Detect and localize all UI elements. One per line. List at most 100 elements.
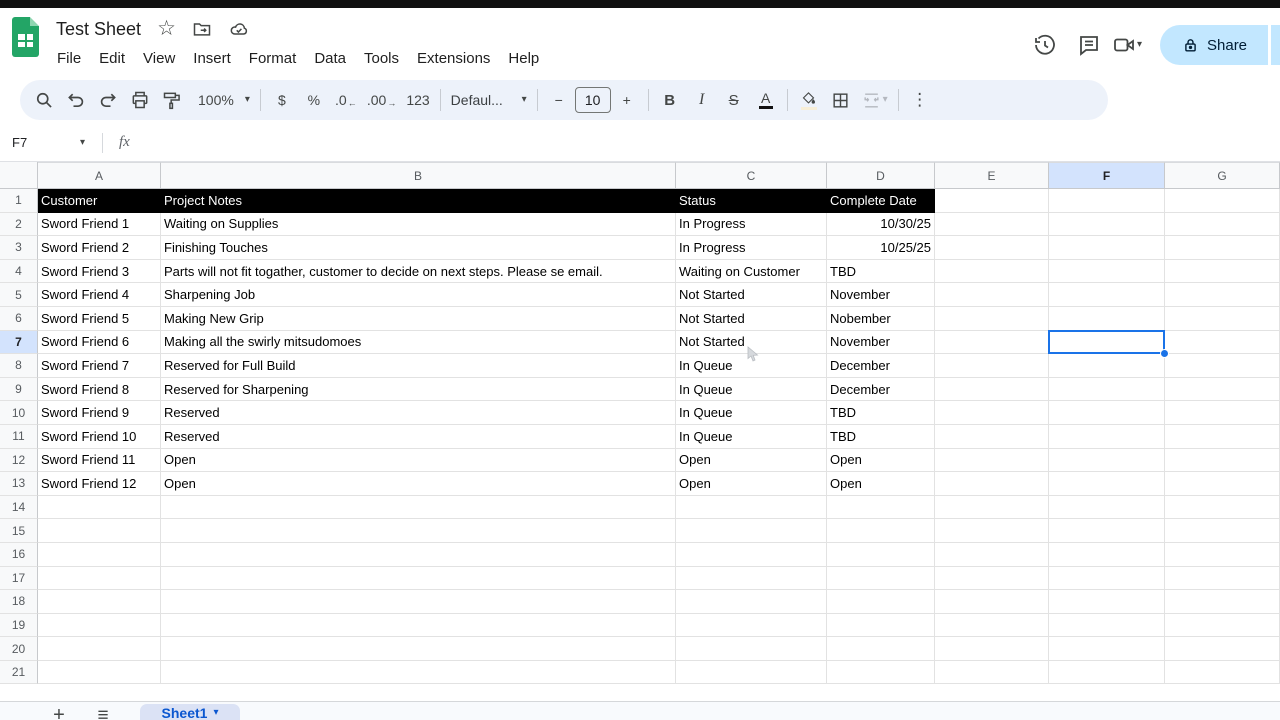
row-header-3[interactable]: 3 [0,236,38,260]
sheet-tab-sheet1[interactable]: Sheet1 ▾ [140,704,240,720]
cell-E21[interactable] [935,661,1049,685]
cell-E3[interactable] [935,236,1049,260]
cell-C2[interactable]: In Progress [676,213,827,237]
cell-F4[interactable] [1049,260,1165,284]
add-sheet-button[interactable]: + [46,704,72,720]
cell-F2[interactable] [1049,213,1165,237]
cell-D15[interactable] [827,519,935,543]
row-header-15[interactable]: 15 [0,519,38,543]
cell-A3[interactable]: Sword Friend 2 [38,236,161,260]
cell-C4[interactable]: Waiting on Customer [676,260,827,284]
cell-F19[interactable] [1049,614,1165,638]
cell-B2[interactable]: Waiting on Supplies [161,213,676,237]
cell-G9[interactable] [1165,378,1280,402]
cell-G11[interactable] [1165,425,1280,449]
cell-A2[interactable]: Sword Friend 1 [38,213,161,237]
column-header-F[interactable]: F [1049,162,1165,189]
bold-button[interactable]: B [654,85,686,115]
cell-B18[interactable] [161,590,676,614]
menu-item-format[interactable]: Format [240,47,306,70]
borders-button[interactable] [825,85,857,115]
cell-G2[interactable] [1165,213,1280,237]
meet-camera-button[interactable]: ▾ [1111,33,1142,57]
menu-item-file[interactable]: File [48,47,90,70]
cell-E20[interactable] [935,637,1049,661]
cell-C17[interactable] [676,567,827,591]
cell-A18[interactable] [38,590,161,614]
cell-B11[interactable]: Reserved [161,425,676,449]
menu-item-help[interactable]: Help [499,47,548,70]
cell-E18[interactable] [935,590,1049,614]
column-header-A[interactable]: A [38,162,161,189]
cell-C9[interactable]: In Queue [676,378,827,402]
row-header-4[interactable]: 4 [0,260,38,284]
cell-E13[interactable] [935,472,1049,496]
cell-C14[interactable] [676,496,827,520]
cell-G5[interactable] [1165,283,1280,307]
cell-C16[interactable] [676,543,827,567]
cell-C19[interactable] [676,614,827,638]
cell-A16[interactable] [38,543,161,567]
cell-G20[interactable] [1165,637,1280,661]
cell-F18[interactable] [1049,590,1165,614]
cell-E12[interactable] [935,449,1049,473]
cell-D7[interactable]: November [827,331,935,355]
cell-G19[interactable] [1165,614,1280,638]
cell-B10[interactable]: Reserved [161,401,676,425]
cell-F7[interactable] [1049,331,1165,355]
cell-D16[interactable] [827,543,935,567]
merge-cells-button[interactable]: ▾ [857,85,893,115]
cell-C10[interactable]: In Queue [676,401,827,425]
cell-C6[interactable]: Not Started [676,307,827,331]
cell-F20[interactable] [1049,637,1165,661]
print-icon[interactable] [124,85,156,115]
toolbar-more-button[interactable]: ⋮ [904,85,936,115]
cell-F17[interactable] [1049,567,1165,591]
cell-E8[interactable] [935,354,1049,378]
format-currency-button[interactable]: $ [266,85,298,115]
row-header-11[interactable]: 11 [0,425,38,449]
name-box-caret-icon[interactable]: ▾ [80,138,100,148]
row-header-7[interactable]: 7 [0,331,38,355]
row-header-14[interactable]: 14 [0,496,38,520]
camera-caret-icon[interactable]: ▾ [1137,40,1142,50]
cell-D4[interactable]: TBD [827,260,935,284]
cell-E10[interactable] [935,401,1049,425]
cell-F13[interactable] [1049,472,1165,496]
cell-B20[interactable] [161,637,676,661]
cell-B12[interactable]: Open [161,449,676,473]
cell-E7[interactable] [935,331,1049,355]
cell-C11[interactable]: In Queue [676,425,827,449]
redo-icon[interactable] [92,85,124,115]
row-header-16[interactable]: 16 [0,543,38,567]
row-header-18[interactable]: 18 [0,590,38,614]
cell-D8[interactable]: December [827,354,935,378]
cell-A15[interactable] [38,519,161,543]
cell-D1[interactable]: Complete Date [827,189,935,213]
cell-F11[interactable] [1049,425,1165,449]
cell-A19[interactable] [38,614,161,638]
cell-F5[interactable] [1049,283,1165,307]
sheets-logo-icon[interactable] [12,17,39,57]
strikethrough-button[interactable]: S [718,85,750,115]
increase-font-size-button[interactable]: + [611,85,643,115]
all-sheets-button[interactable]: ≡ [90,705,116,720]
cell-E6[interactable] [935,307,1049,331]
cell-B13[interactable]: Open [161,472,676,496]
row-header-13[interactable]: 13 [0,472,38,496]
column-header-G[interactable]: G [1165,162,1280,189]
cell-E9[interactable] [935,378,1049,402]
cell-B21[interactable] [161,661,676,685]
cell-E17[interactable] [935,567,1049,591]
row-header-2[interactable]: 2 [0,213,38,237]
cell-C12[interactable]: Open [676,449,827,473]
comments-icon[interactable] [1067,33,1111,57]
cell-A4[interactable]: Sword Friend 3 [38,260,161,284]
cell-D11[interactable]: TBD [827,425,935,449]
row-header-9[interactable]: 9 [0,378,38,402]
cell-B4[interactable]: Parts will not fit togather, customer to… [161,260,676,284]
cell-B9[interactable]: Reserved for Sharpening [161,378,676,402]
cell-D12[interactable]: Open [827,449,935,473]
share-dropdown-stub[interactable] [1271,25,1280,65]
move-folder-icon[interactable] [192,19,212,39]
